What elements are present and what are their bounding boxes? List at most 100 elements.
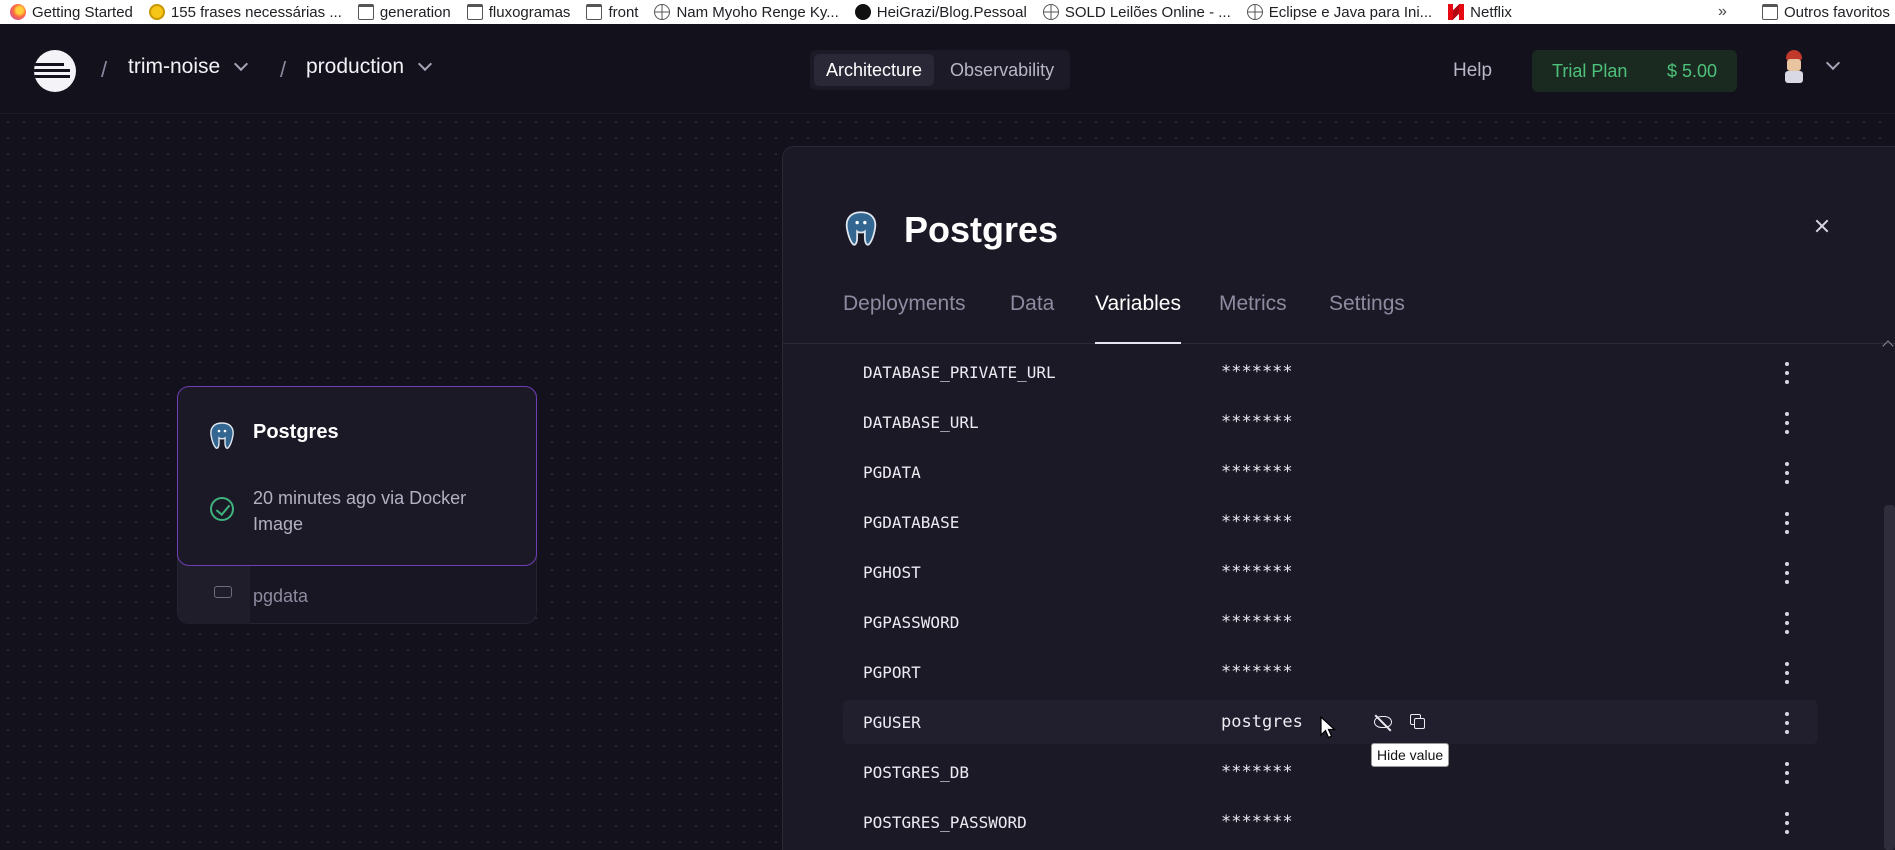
more-vertical-icon[interactable] bbox=[1784, 562, 1790, 584]
globe-icon bbox=[1246, 4, 1263, 20]
variable-name: PGPASSWORD bbox=[863, 613, 960, 632]
other-bookmarks[interactable]: Outros favoritos bbox=[1754, 0, 1895, 24]
trial-plan-button[interactable]: Trial Plan $ 5.00 bbox=[1532, 50, 1737, 92]
more-vertical-icon[interactable] bbox=[1784, 362, 1790, 384]
project-selector[interactable]: trim-noise bbox=[128, 55, 249, 79]
environment-name: production bbox=[306, 55, 405, 78]
other-bookmarks-label: Outros favoritos bbox=[1784, 3, 1890, 21]
folder-icon bbox=[466, 4, 483, 20]
tab-variables[interactable]: Variables bbox=[1095, 292, 1181, 344]
eye-off-icon[interactable] bbox=[1374, 714, 1393, 732]
more-vertical-icon[interactable] bbox=[1784, 512, 1790, 534]
service-detail-panel: Postgres Deployments Data Variables Metr… bbox=[782, 146, 1895, 850]
globe-icon bbox=[1042, 4, 1059, 20]
github-icon bbox=[854, 4, 871, 20]
plan-label: Trial Plan bbox=[1552, 60, 1628, 81]
more-vertical-icon[interactable] bbox=[1784, 662, 1790, 684]
breadcrumb-separator: / bbox=[280, 57, 287, 82]
tab-deployments[interactable]: Deployments bbox=[843, 292, 966, 344]
postgres-service-card[interactable]: Postgres 20 minutes ago via Docker Image bbox=[177, 386, 537, 566]
bookmark-item[interactable]: HeiGrazi/Blog.Pessoal bbox=[847, 0, 1035, 24]
more-vertical-icon[interactable] bbox=[1784, 412, 1790, 434]
bookmark-label: 155 frases necessárias ... bbox=[170, 3, 342, 21]
more-vertical-icon[interactable] bbox=[1784, 812, 1790, 834]
variable-name: PGHOST bbox=[863, 563, 921, 582]
variable-row[interactable]: POSTGRES_DB ******* bbox=[843, 750, 1818, 794]
avatar[interactable] bbox=[1778, 48, 1812, 88]
bookmark-item[interactable]: Getting Started bbox=[0, 0, 141, 24]
panel-title: Postgres bbox=[904, 209, 1059, 250]
postgres-elephant-icon bbox=[210, 422, 234, 449]
variable-name: PGDATABASE bbox=[863, 513, 960, 532]
tab-architecture[interactable]: Architecture bbox=[814, 54, 935, 86]
environment-selector[interactable]: production bbox=[306, 55, 433, 79]
close-icon[interactable] bbox=[1809, 213, 1835, 239]
chevron-down-icon bbox=[418, 56, 433, 72]
variable-value: ******* bbox=[1221, 612, 1293, 632]
variable-name: PGPORT bbox=[863, 663, 921, 682]
bookmark-item[interactable]: Eclipse e Java para Ini... bbox=[1239, 0, 1440, 24]
folder-icon bbox=[586, 4, 603, 20]
breadcrumb-separator: / bbox=[101, 57, 108, 82]
variable-value: ******* bbox=[1221, 662, 1293, 682]
bookmark-label: HeiGrazi/Blog.Pessoal bbox=[876, 3, 1027, 21]
variable-value: ******* bbox=[1221, 462, 1293, 482]
credit-amount: $ 5.00 bbox=[1666, 60, 1717, 81]
bookmark-label: generation bbox=[379, 3, 451, 21]
chevron-down-icon[interactable] bbox=[1825, 55, 1841, 71]
variable-value: ******* bbox=[1221, 362, 1293, 382]
help-link[interactable]: Help bbox=[1453, 60, 1492, 82]
tooltip: Hide value bbox=[1371, 743, 1450, 767]
variable-row[interactable]: PGHOST ******* bbox=[843, 550, 1818, 594]
variable-row[interactable]: DATABASE_URL ******* bbox=[843, 400, 1818, 444]
copy-icon[interactable] bbox=[1410, 714, 1426, 730]
bookmark-item[interactable]: SOLD Leilões Online - ... bbox=[1035, 0, 1239, 24]
variable-value: ******* bbox=[1221, 412, 1293, 432]
bookmark-label: fluxogramas bbox=[488, 3, 571, 21]
bookmark-label: Eclipse e Java para Ini... bbox=[1268, 3, 1433, 21]
variable-row[interactable]: PGPORT ******* bbox=[843, 650, 1818, 694]
bookmark-item[interactable]: front bbox=[578, 0, 646, 24]
postgres-elephant-icon bbox=[845, 211, 877, 246]
globe-icon bbox=[654, 4, 671, 20]
more-vertical-icon[interactable] bbox=[1784, 712, 1790, 734]
variable-name: PGDATA bbox=[863, 463, 921, 482]
variable-row[interactable]: PGPASSWORD ******* bbox=[843, 600, 1818, 644]
variable-row[interactable]: DATABASE_PRIVATE_URL ******* bbox=[843, 350, 1818, 394]
tab-settings[interactable]: Settings bbox=[1329, 292, 1405, 344]
panel-scrollbar[interactable] bbox=[1884, 505, 1895, 850]
tab-metrics[interactable]: Metrics bbox=[1219, 292, 1287, 344]
more-vertical-icon[interactable] bbox=[1784, 462, 1790, 484]
variable-row[interactable]: POSTGRES_PASSWORD ******* bbox=[843, 800, 1818, 844]
sun-icon bbox=[148, 4, 165, 20]
bookmark-item[interactable]: Netflix bbox=[1440, 0, 1520, 24]
variable-name: DATABASE_PRIVATE_URL bbox=[863, 363, 1056, 382]
check-circle-icon bbox=[210, 497, 234, 521]
firefox-icon bbox=[10, 4, 26, 20]
bookmarks-overflow-button[interactable]: » bbox=[1718, 0, 1727, 24]
railway-logo-icon[interactable] bbox=[34, 50, 76, 92]
app-header: / trim-noise / production Architecture O… bbox=[0, 24, 1895, 114]
netflix-icon bbox=[1448, 4, 1465, 20]
folder-icon bbox=[357, 4, 374, 20]
bookmark-item[interactable]: Nam Myoho Renge Ky... bbox=[646, 0, 846, 24]
variable-row[interactable]: PGDATA ******* bbox=[843, 450, 1818, 494]
volume-name: pgdata bbox=[253, 586, 309, 606]
more-vertical-icon[interactable] bbox=[1784, 612, 1790, 634]
bookmarks-bar: Getting Started 155 frases necessárias .… bbox=[0, 0, 1895, 24]
more-vertical-icon[interactable] bbox=[1784, 762, 1790, 784]
bookmark-item[interactable]: 155 frases necessárias ... bbox=[141, 0, 350, 24]
bookmark-item[interactable]: fluxogramas bbox=[459, 0, 579, 24]
variable-value: ******* bbox=[1221, 812, 1293, 832]
tab-data[interactable]: Data bbox=[1010, 292, 1054, 344]
variable-name: POSTGRES_DB bbox=[863, 763, 969, 782]
bookmark-item[interactable]: generation bbox=[350, 0, 459, 24]
bookmark-label: Nam Myoho Renge Ky... bbox=[676, 3, 839, 21]
variable-value: ******* bbox=[1221, 512, 1293, 532]
bookmark-label: front bbox=[608, 3, 639, 21]
bookmark-label: Netflix bbox=[1470, 3, 1512, 21]
deploy-status: 20 minutes ago via Docker Image bbox=[253, 488, 467, 534]
folder-icon bbox=[1762, 4, 1778, 20]
variable-row[interactable]: PGDATABASE ******* bbox=[843, 500, 1818, 544]
tab-observability[interactable]: Observability bbox=[938, 54, 1066, 86]
